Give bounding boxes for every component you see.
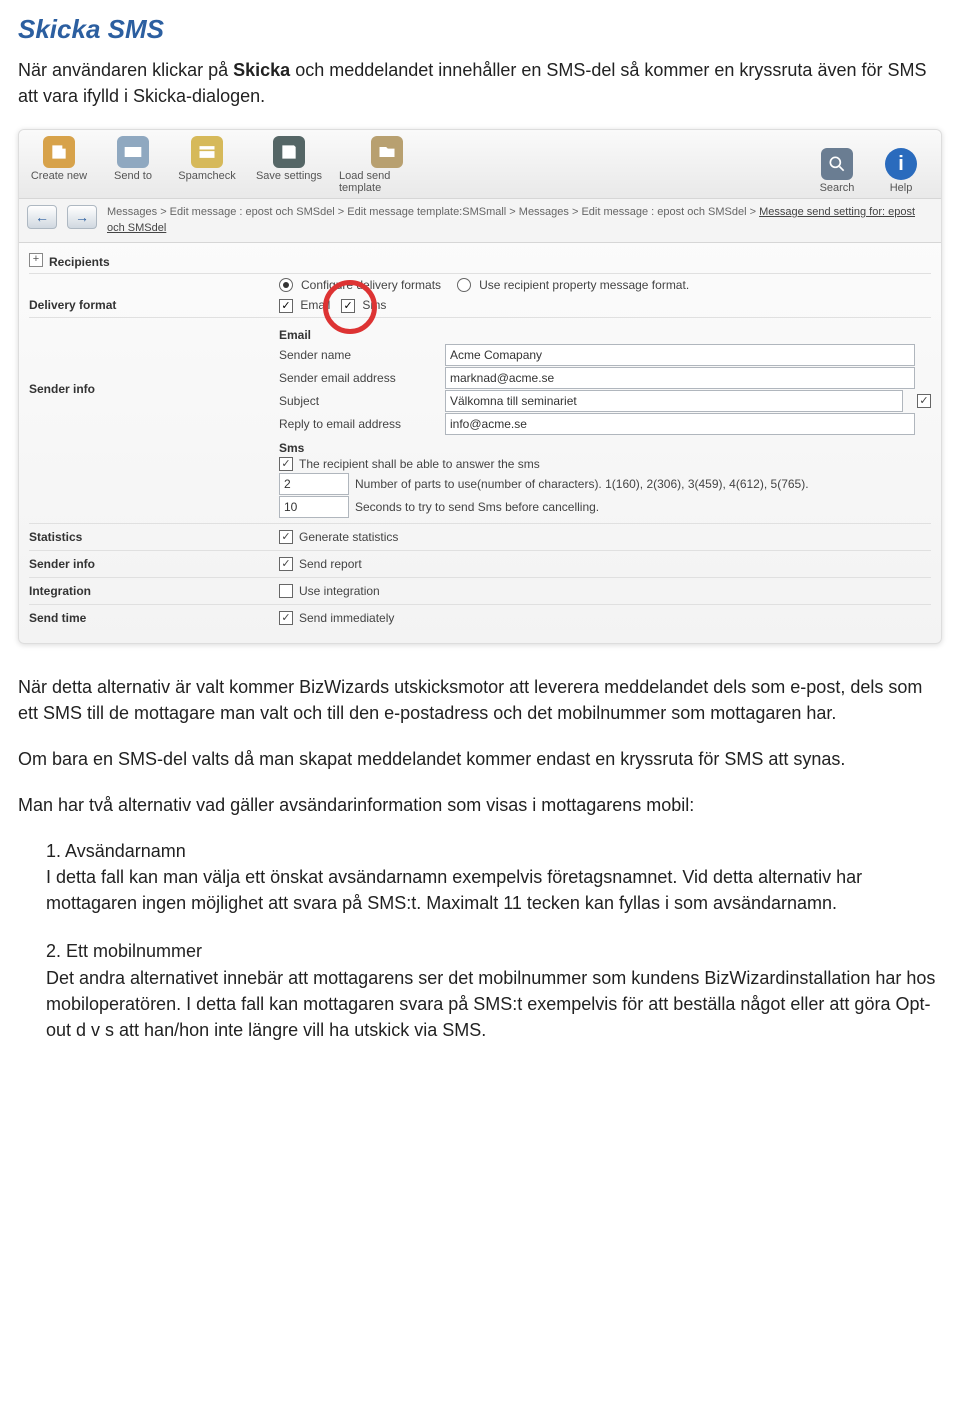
sender-name-label: Sender name — [279, 348, 439, 362]
send-report-checkbox[interactable] — [279, 557, 293, 571]
sms-parts-input[interactable] — [279, 473, 349, 495]
breadcrumb-path: Messages > Edit message : epost och SMSd… — [107, 206, 759, 218]
create-new-icon — [43, 136, 75, 168]
help-icon: i — [885, 148, 917, 180]
save-settings-label: Save settings — [256, 170, 322, 182]
save-settings-icon — [273, 136, 305, 168]
use-integration-label: Use integration — [299, 584, 380, 598]
sms-heading: Sms — [279, 441, 931, 455]
save-settings-button[interactable]: Save settings — [249, 136, 329, 194]
delivery-format-row: Delivery format Configure delivery forma… — [29, 273, 931, 317]
send-to-button[interactable]: Send to — [101, 136, 165, 194]
delivery-options: Configure delivery formats Use recipient… — [279, 278, 931, 313]
sender-info-label-2: Sender info — [29, 555, 159, 571]
breadcrumb: Messages > Edit message : epost och SMSd… — [107, 205, 933, 236]
sms-answer-checkbox[interactable] — [279, 457, 293, 471]
delivery-format-label: Delivery format — [29, 278, 159, 312]
email-checkbox[interactable] — [279, 299, 293, 313]
list-item-1: 1. Avsändarnamn I detta fall kan man väl… — [46, 838, 942, 916]
back-button[interactable]: ← — [27, 205, 57, 229]
intro-bold: Skicka — [233, 60, 290, 80]
paragraph-2: När detta alternativ är valt kommer BizW… — [18, 674, 942, 726]
sms-checkbox-label: Sms — [362, 298, 386, 312]
generate-statistics-checkbox[interactable] — [279, 530, 293, 544]
send-immediately-label: Send immediately — [299, 611, 394, 625]
search-button[interactable]: Search — [805, 148, 869, 194]
send-immediately-checkbox[interactable] — [279, 611, 293, 625]
sender-info-row: Sender info Email Sender name Sender ema… — [29, 317, 931, 523]
configure-delivery-radio[interactable] — [279, 278, 293, 292]
sender-email-input[interactable] — [445, 367, 915, 389]
spamcheck-button[interactable]: Spamcheck — [175, 136, 239, 194]
delivery-checkboxes: Email Sms — [279, 298, 931, 313]
reply-to-input[interactable] — [445, 413, 915, 435]
statistics-label: Statistics — [29, 528, 159, 544]
send-report-label: Send report — [299, 557, 362, 571]
reply-to-label: Reply to email address — [279, 417, 439, 431]
integration-row: Integration Use integration — [29, 577, 931, 604]
statistics-row: Statistics Generate statistics — [29, 523, 931, 550]
recipients-row: + Recipients — [29, 249, 931, 273]
sender-name-input[interactable] — [445, 344, 915, 366]
generate-statistics-label: Generate statistics — [299, 530, 398, 544]
load-template-label: Load send template — [339, 170, 435, 194]
use-recipient-label: Use recipient property message format. — [479, 278, 689, 292]
subject-input[interactable] — [445, 390, 903, 412]
create-new-button[interactable]: Create new — [27, 136, 91, 194]
help-button[interactable]: i Help — [869, 148, 933, 194]
sms-parts-label: Number of parts to use(number of charact… — [355, 477, 809, 491]
email-heading: Email — [279, 328, 931, 342]
spamcheck-label: Spamcheck — [178, 170, 235, 182]
list-item-2-body: Det andra alternativet innebär att motta… — [46, 968, 935, 1040]
subject-toggle-checkbox[interactable] — [917, 394, 931, 408]
nav-row: ← → Messages > Edit message : epost och … — [19, 199, 941, 243]
sender-info-row-2: Sender info Send report — [29, 550, 931, 577]
integration-label: Integration — [29, 582, 159, 598]
sms-seconds-input[interactable] — [279, 496, 349, 518]
toolbar: Create new Send to Spamcheck — [19, 130, 941, 199]
intro-paragraph: När användaren klickar på Skicka och med… — [18, 57, 942, 109]
use-recipient-radio[interactable] — [457, 278, 471, 292]
recipients-label: Recipients — [49, 253, 179, 269]
list-item-2-title: 2. Ett mobilnummer — [46, 941, 202, 961]
subject-label: Subject — [279, 394, 439, 408]
sms-checkbox[interactable] — [341, 299, 355, 313]
send-to-label: Send to — [114, 170, 152, 182]
load-template-icon — [371, 136, 403, 168]
sms-seconds-label: Seconds to try to send Sms before cancel… — [355, 500, 599, 514]
screenshot-panel: Create new Send to Spamcheck — [18, 129, 942, 644]
intro-pre: När användaren klickar på — [18, 60, 233, 80]
use-integration-checkbox[interactable] — [279, 584, 293, 598]
list-item-1-title: 1. Avsändarnamn — [46, 841, 186, 861]
sender-info-label: Sender info — [29, 322, 159, 396]
paragraph-4: Man har två alternativ vad gäller avsänd… — [18, 792, 942, 818]
list-item-2: 2. Ett mobilnummer Det andra alternative… — [46, 938, 942, 1042]
spamcheck-icon — [191, 136, 223, 168]
create-new-label: Create new — [31, 170, 87, 182]
sender-email-label: Sender email address — [279, 371, 439, 385]
page-title: Skicka SMS — [18, 14, 942, 45]
sms-answer-label: The recipient shall be able to answer th… — [299, 457, 540, 471]
email-checkbox-label: Email — [300, 298, 330, 312]
send-time-row: Send time Send immediately — [29, 604, 931, 631]
search-label: Search — [820, 182, 855, 194]
alternatives-list: 1. Avsändarnamn I detta fall kan man väl… — [18, 838, 942, 1043]
send-time-label: Send time — [29, 609, 159, 625]
paragraph-3: Om bara en SMS-del valts då man skapat m… — [18, 746, 942, 772]
forward-button[interactable]: → — [67, 205, 97, 229]
send-to-icon — [117, 136, 149, 168]
search-icon — [821, 148, 853, 180]
expand-icon[interactable]: + — [29, 253, 43, 267]
configure-delivery-label: Configure delivery formats — [301, 278, 441, 292]
list-item-1-body: I detta fall kan man välja ett önskat av… — [46, 867, 862, 913]
load-template-button[interactable]: Load send template — [339, 136, 435, 194]
help-label: Help — [890, 182, 913, 194]
